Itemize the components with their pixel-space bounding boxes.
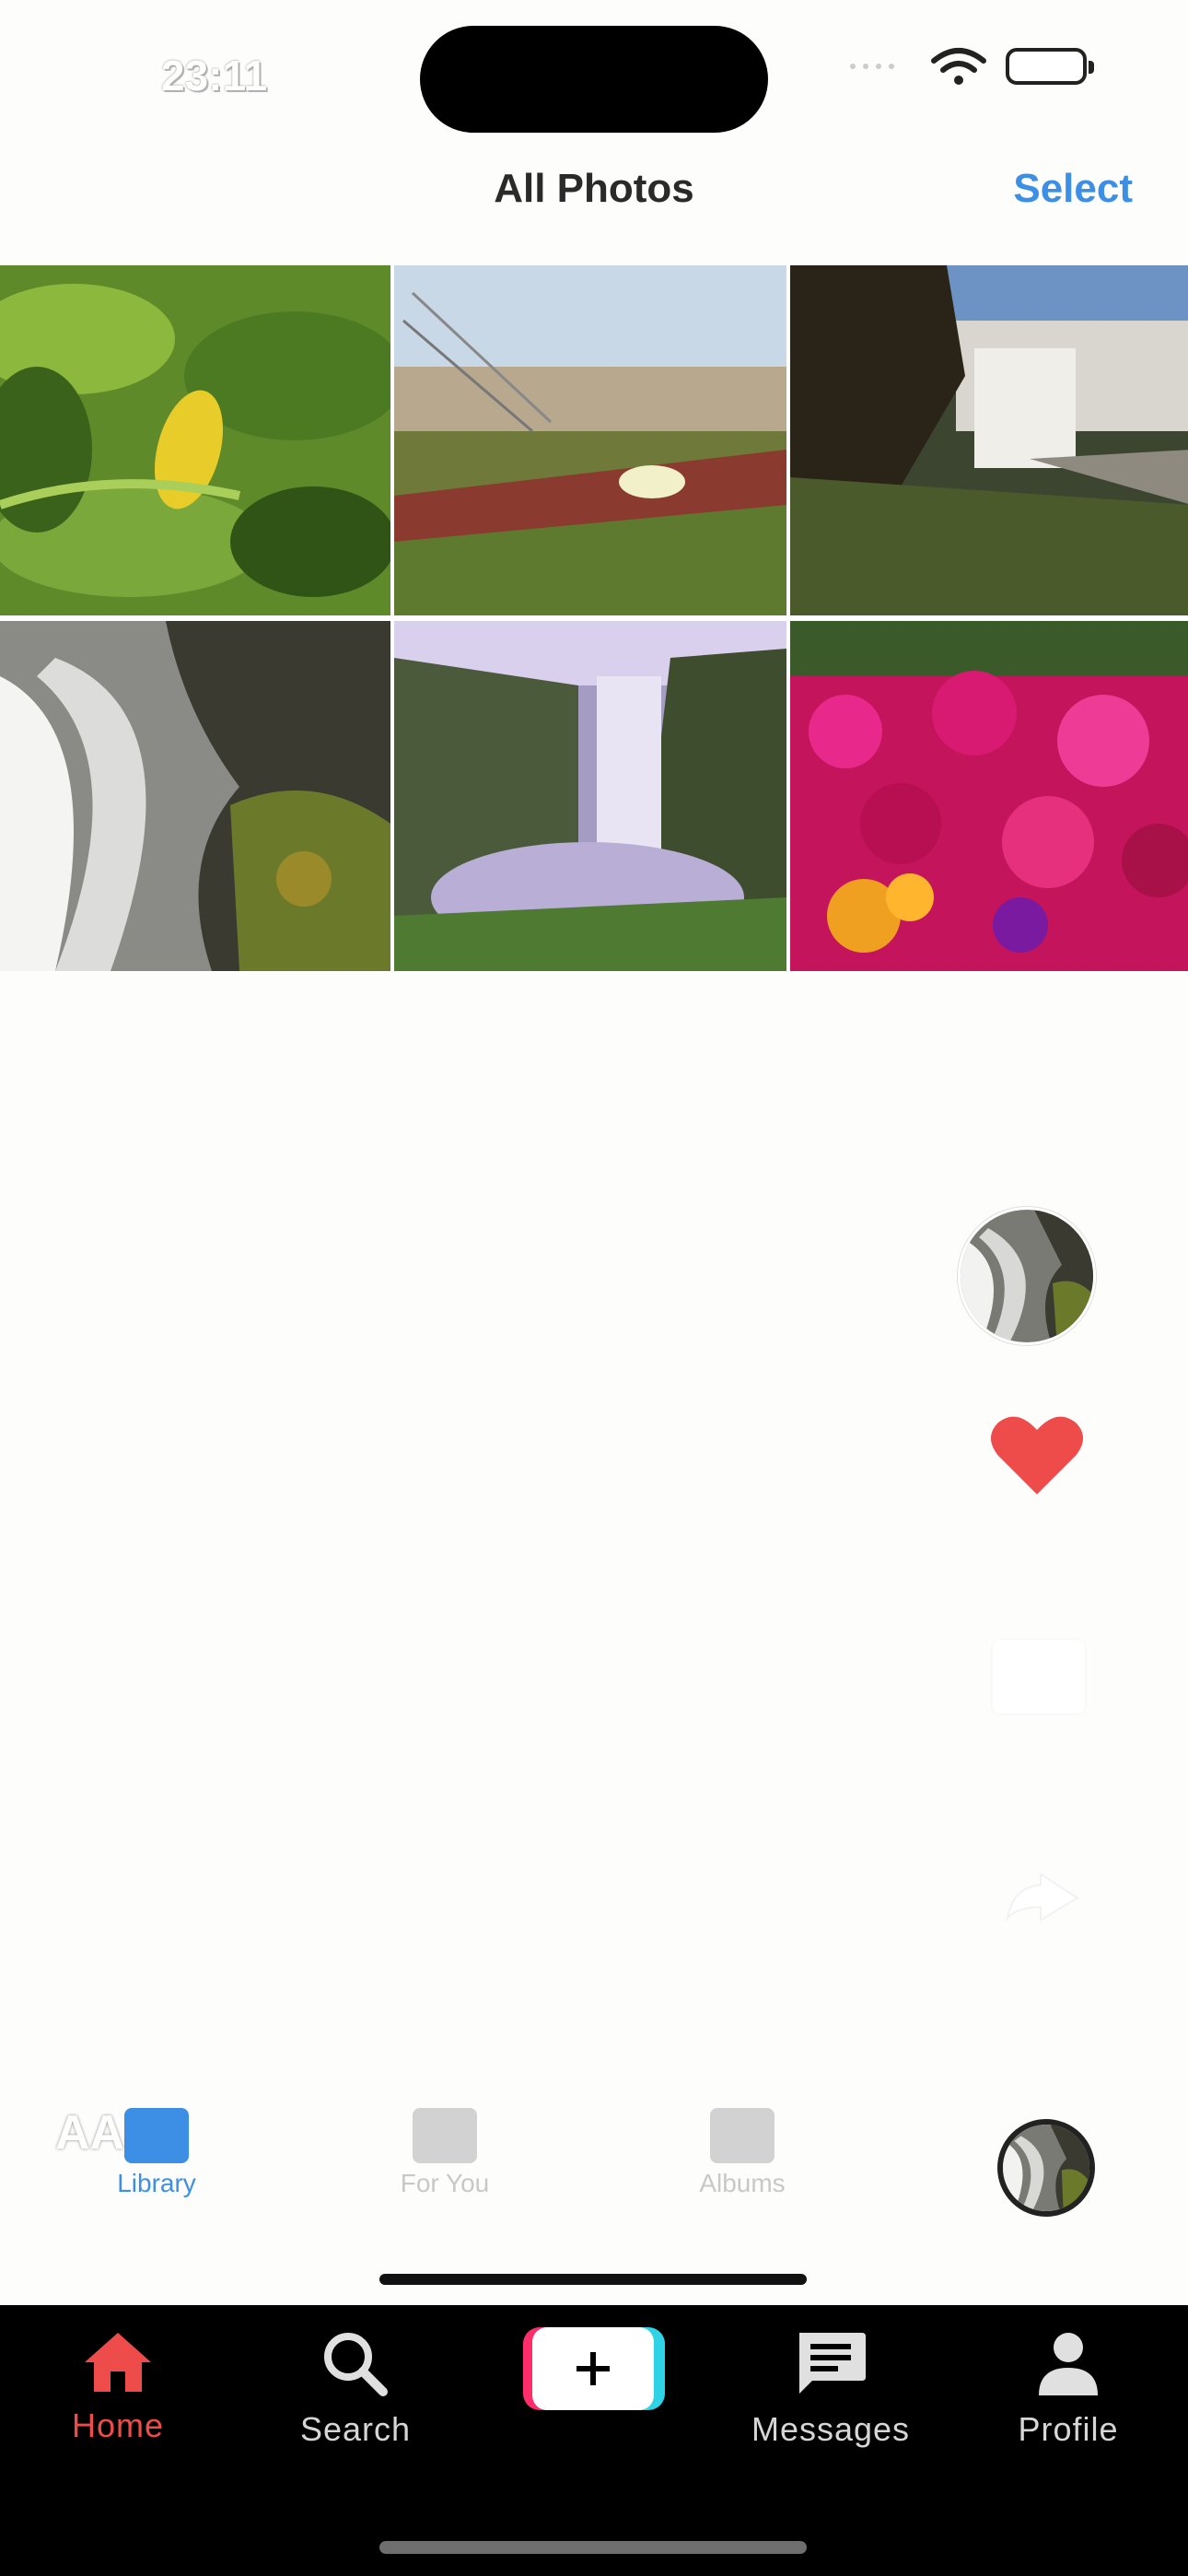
home-indicator-upper (379, 2274, 807, 2285)
photo-magenta-flowers[interactable] (790, 621, 1188, 971)
photos-tab-for-you[interactable]: For You (353, 2101, 537, 2198)
albums-icon (710, 2108, 775, 2163)
tab-messages-label: Messages (751, 2410, 911, 2448)
tab-profile[interactable]: Profile (967, 2329, 1170, 2449)
battery-icon (1006, 48, 1094, 85)
header: All Photos Select (0, 138, 1188, 258)
heart-icon[interactable] (989, 1410, 1085, 1498)
photo-waterfall-cliff[interactable] (790, 265, 1188, 615)
create-button-face (532, 2327, 654, 2410)
wifi-icon (931, 48, 986, 85)
status-bar: 23:11 (0, 0, 1188, 138)
status-time: 23:11 (161, 52, 268, 100)
select-button[interactable]: Select (1013, 166, 1133, 212)
tab-profile-label: Profile (1018, 2410, 1119, 2448)
home-indicator (379, 2541, 807, 2554)
photos-tab-library-label: Library (117, 2169, 196, 2197)
photos-tab-albums-label: Albums (699, 2169, 786, 2197)
photos-tab-for-you-label: For You (400, 2169, 490, 2197)
tab-messages[interactable]: Messages (729, 2329, 932, 2449)
share-icon[interactable] (1004, 1870, 1081, 1922)
photo-grid (0, 265, 1188, 973)
photo-purple-waterfall[interactable] (394, 621, 786, 971)
tab-search-label: Search (299, 2410, 412, 2448)
tab-home[interactable]: Home (17, 2329, 219, 2445)
music-disc[interactable] (997, 2119, 1095, 2217)
signal-icon (850, 64, 894, 69)
library-icon (124, 2108, 189, 2163)
tab-search[interactable]: Search (254, 2329, 457, 2449)
profile-icon (1039, 2333, 1098, 2395)
comment-icon[interactable] (993, 1640, 1085, 1714)
tab-home-label: Home (71, 2406, 165, 2444)
for-you-icon (413, 2108, 477, 2163)
bottom-tab-bar: Home Search Messages Profile (0, 2305, 1188, 2576)
messages-icon (799, 2333, 866, 2394)
photo-calla-lily-dunes[interactable] (394, 265, 786, 615)
photo-lemon-leaves[interactable] (0, 265, 390, 615)
status-icons (845, 46, 1094, 87)
dynamic-island (420, 26, 768, 133)
page-title: All Photos (494, 166, 694, 211)
photos-tab-library[interactable]: Library (64, 2101, 249, 2198)
create-button[interactable] (523, 2327, 665, 2410)
home-icon (85, 2333, 151, 2392)
plus-icon (577, 2352, 610, 2385)
creator-avatar[interactable] (958, 1207, 1096, 1345)
search-icon (324, 2333, 388, 2396)
photos-tab-albums[interactable]: Albums (650, 2101, 834, 2198)
photo-waterfall-bw-moss[interactable] (0, 621, 390, 971)
